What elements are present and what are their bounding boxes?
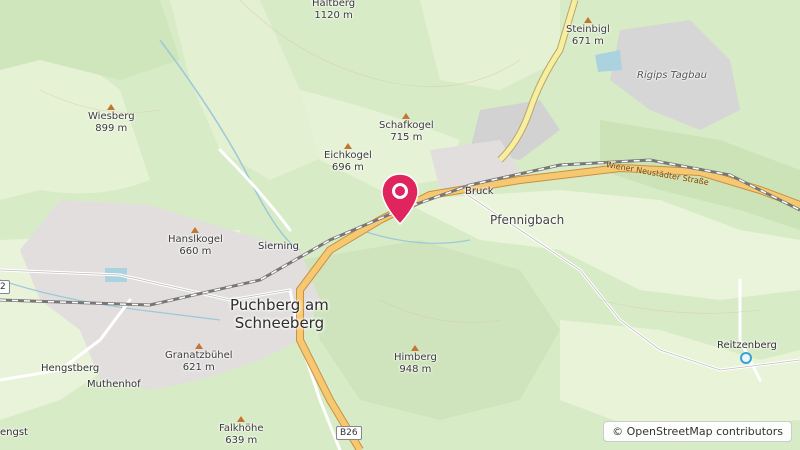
village-label-sierning[interactable]: Sierning [258, 241, 299, 253]
map-view[interactable]: Puchberg am Schneeberg Pfennigbach Siern… [0, 0, 800, 450]
peak-name: Granatzbühel [165, 350, 233, 361]
peak-name: Steinbigl [566, 24, 610, 35]
peak-name: Himberg [394, 352, 437, 363]
peak-icon [107, 104, 116, 110]
peak-elevation: 639 m [225, 435, 258, 446]
town-line-1: Puchberg am [230, 296, 329, 314]
town-label-puchberg[interactable]: Puchberg am Schneeberg [230, 296, 329, 332]
peak-label-wiesberg[interactable]: Wiesberg 899 m [88, 104, 135, 135]
peak-label-himberg[interactable]: Himberg 948 m [394, 345, 437, 376]
town-line-2: Schneeberg [234, 314, 325, 332]
road-shield-left[interactable]: 2 [0, 280, 10, 294]
peak-name: Wiesberg [88, 111, 135, 122]
peak-elevation: 621 m [182, 362, 215, 373]
peak-name: Eichkogel [324, 150, 372, 161]
peak-name: Schafkogel [379, 120, 434, 131]
peak-label-hanslkogel[interactable]: Hanslkogel 660 m [168, 227, 223, 258]
place-label-pfennigbach[interactable]: Pfennigbach [490, 214, 564, 226]
peak-elevation: 671 m [571, 36, 604, 47]
peak-label-steinbigl[interactable]: Steinbigl 671 m [566, 17, 610, 48]
peak-elevation: 715 m [390, 132, 423, 143]
viewpoint-icon [740, 352, 752, 364]
peak-label-eichkogel[interactable]: Eichkogel 696 m [324, 143, 372, 174]
peak-name: Hanslkogel [168, 234, 223, 245]
peak-elevation: 948 m [399, 364, 432, 375]
road-shield-b26[interactable]: B26 [336, 426, 362, 440]
village-label-reitzenberg[interactable]: Reitzenberg [717, 340, 777, 352]
peak-elevation: 899 m [95, 123, 128, 134]
peak-icon [194, 343, 203, 349]
peak-icon [237, 416, 246, 422]
location-marker-icon[interactable] [380, 172, 420, 226]
peak-icon [402, 113, 411, 119]
peak-icon [583, 17, 592, 23]
village-label-muthenhof[interactable]: Muthenhof [87, 379, 141, 391]
peak-icon [191, 227, 200, 233]
village-label-engst[interactable]: engst [0, 427, 28, 439]
peak-elevation: 1120 m [314, 10, 353, 21]
area-label-rigips-tagbau[interactable]: Rigips Tagbau [637, 70, 707, 82]
peak-name: Haltberg [312, 0, 356, 9]
peak-label-granatzbuhel[interactable]: Granatzbühel 621 m [165, 343, 233, 374]
peak-elevation: 696 m [331, 162, 364, 173]
peak-icon [343, 143, 352, 149]
peak-label-falkhohe[interactable]: Falkhöhe 639 m [219, 416, 263, 447]
peak-name: Falkhöhe [219, 423, 264, 434]
village-label-hengstberg[interactable]: Hengstberg [41, 363, 99, 375]
peak-elevation: 660 m [179, 246, 212, 257]
village-label-bruck[interactable]: Bruck [465, 186, 494, 198]
peak-icon [411, 345, 420, 351]
peak-label-schafkogel[interactable]: Schafkogel 715 m [379, 113, 434, 144]
map-attribution[interactable]: © OpenStreetMap contributors [603, 421, 792, 442]
peak-label-haltberg[interactable]: Haltberg 1120 m [312, 0, 355, 22]
